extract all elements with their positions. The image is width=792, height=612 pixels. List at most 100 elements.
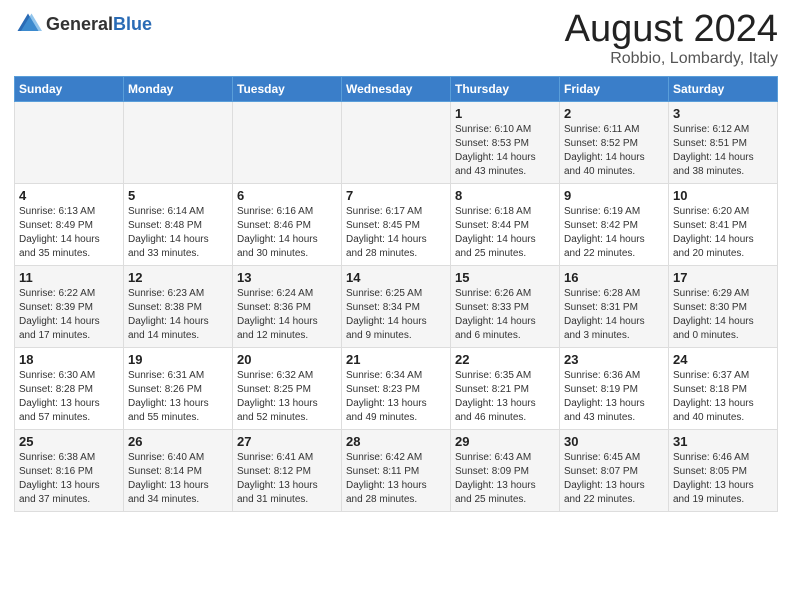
day-info: Sunrise: 6:31 AM Sunset: 8:26 PM Dayligh… bbox=[128, 369, 228, 425]
day-number: 17 bbox=[673, 270, 773, 285]
day-cell bbox=[124, 102, 233, 184]
day-cell: 29 Sunrise: 6:43 AM Sunset: 8:09 PM Dayli… bbox=[451, 430, 560, 512]
day-info: Sunrise: 6:19 AM Sunset: 8:42 PM Dayligh… bbox=[564, 205, 664, 261]
day-info: Sunrise: 6:28 AM Sunset: 8:31 PM Dayligh… bbox=[564, 287, 664, 343]
day-cell: 30 Sunrise: 6:45 AM Sunset: 8:07 PM Dayli… bbox=[560, 430, 669, 512]
day-cell: 6 Sunrise: 6:16 AM Sunset: 8:46 PM Daylig… bbox=[233, 184, 342, 266]
day-info: Sunrise: 6:26 AM Sunset: 8:33 PM Dayligh… bbox=[455, 287, 555, 343]
day-cell: 14Sunrise: 6:25 AM Sunset: 8:34 PM Dayli… bbox=[342, 266, 451, 348]
day-number: 6 bbox=[237, 188, 337, 203]
col-sunday: Sunday bbox=[15, 77, 124, 102]
day-cell: 25 Sunrise: 6:38 AM Sunset: 8:16 PM Dayli… bbox=[15, 430, 124, 512]
day-number: 28 bbox=[346, 434, 446, 449]
day-info: Sunrise: 6:30 AM Sunset: 8:28 PM Dayligh… bbox=[19, 369, 119, 425]
day-info: Sunrise: 6:40 AM Sunset: 8:14 PM Dayligh… bbox=[128, 451, 228, 507]
day-cell: 9 Sunrise: 6:19 AM Sunset: 8:42 PM Daylig… bbox=[560, 184, 669, 266]
day-cell: 27Sunrise: 6:41 AM Sunset: 8:12 PM Dayli… bbox=[233, 430, 342, 512]
col-tuesday: Tuesday bbox=[233, 77, 342, 102]
day-cell: 10 Sunrise: 6:20 AM Sunset: 8:41 PM Dayli… bbox=[669, 184, 778, 266]
day-cell bbox=[233, 102, 342, 184]
day-number: 31 bbox=[673, 434, 773, 449]
subtitle: Robbio, Lombardy, Italy bbox=[565, 50, 778, 68]
day-cell: 11 Sunrise: 6:22 AM Sunset: 8:39 PM Dayli… bbox=[15, 266, 124, 348]
day-info: Sunrise: 6:45 AM Sunset: 8:07 PM Dayligh… bbox=[564, 451, 664, 507]
day-info: Sunrise: 6:22 AM Sunset: 8:39 PM Dayligh… bbox=[19, 287, 119, 343]
day-cell: 24 Sunrise: 6:37 AM Sunset: 8:18 PM Dayli… bbox=[669, 348, 778, 430]
day-info: Sunrise: 6:13 AM Sunset: 8:49 PM Dayligh… bbox=[19, 205, 119, 261]
day-number: 26 bbox=[128, 434, 228, 449]
day-cell: 23Sunrise: 6:36 AM Sunset: 8:19 PM Dayli… bbox=[560, 348, 669, 430]
day-info: Sunrise: 6:42 AM Sunset: 8:11 PM Dayligh… bbox=[346, 451, 446, 507]
logo-general: General bbox=[46, 14, 113, 34]
logo-blue: Blue bbox=[113, 14, 152, 34]
day-number: 13 bbox=[237, 270, 337, 285]
day-info: Sunrise: 6:16 AM Sunset: 8:46 PM Dayligh… bbox=[237, 205, 337, 261]
day-cell: 21 Sunrise: 6:34 AM Sunset: 8:23 PM Dayli… bbox=[342, 348, 451, 430]
day-cell: 8Sunrise: 6:18 AM Sunset: 8:44 PM Daylig… bbox=[451, 184, 560, 266]
day-number: 5 bbox=[128, 188, 228, 203]
day-info: Sunrise: 6:12 AM Sunset: 8:51 PM Dayligh… bbox=[673, 123, 773, 179]
col-friday: Friday bbox=[560, 77, 669, 102]
day-cell: 2 Sunrise: 6:11 AM Sunset: 8:52 PM Daylig… bbox=[560, 102, 669, 184]
week-row-1: 1 Sunrise: 6:10 AM Sunset: 8:53 PM Daylig… bbox=[15, 102, 778, 184]
day-info: Sunrise: 6:14 AM Sunset: 8:48 PM Dayligh… bbox=[128, 205, 228, 261]
day-number: 22 bbox=[455, 352, 555, 367]
day-cell: 31 Sunrise: 6:46 AM Sunset: 8:05 PM Dayli… bbox=[669, 430, 778, 512]
day-number: 1 bbox=[455, 106, 555, 121]
day-number: 29 bbox=[455, 434, 555, 449]
day-cell: 4 Sunrise: 6:13 AM Sunset: 8:49 PM Daylig… bbox=[15, 184, 124, 266]
logo-text: GeneralBlue bbox=[46, 14, 152, 35]
logo-icon bbox=[14, 10, 42, 38]
day-info: Sunrise: 6:23 AM Sunset: 8:38 PM Dayligh… bbox=[128, 287, 228, 343]
calendar-body: 1 Sunrise: 6:10 AM Sunset: 8:53 PM Daylig… bbox=[15, 102, 778, 512]
day-number: 11 bbox=[19, 270, 119, 285]
day-cell: 20Sunrise: 6:32 AM Sunset: 8:25 PM Dayli… bbox=[233, 348, 342, 430]
day-cell bbox=[15, 102, 124, 184]
day-info: Sunrise: 6:43 AM Sunset: 8:09 PM Dayligh… bbox=[455, 451, 555, 507]
day-number: 3 bbox=[673, 106, 773, 121]
day-info: Sunrise: 6:29 AM Sunset: 8:30 PM Dayligh… bbox=[673, 287, 773, 343]
day-cell: 16 Sunrise: 6:28 AM Sunset: 8:31 PM Dayli… bbox=[560, 266, 669, 348]
day-number: 18 bbox=[19, 352, 119, 367]
col-thursday: Thursday bbox=[451, 77, 560, 102]
day-number: 2 bbox=[564, 106, 664, 121]
col-monday: Monday bbox=[124, 77, 233, 102]
day-cell: 7Sunrise: 6:17 AM Sunset: 8:45 PM Daylig… bbox=[342, 184, 451, 266]
day-info: Sunrise: 6:38 AM Sunset: 8:16 PM Dayligh… bbox=[19, 451, 119, 507]
day-info: Sunrise: 6:35 AM Sunset: 8:21 PM Dayligh… bbox=[455, 369, 555, 425]
day-info: Sunrise: 6:10 AM Sunset: 8:53 PM Dayligh… bbox=[455, 123, 555, 179]
day-number: 21 bbox=[346, 352, 446, 367]
day-number: 25 bbox=[19, 434, 119, 449]
header: GeneralBlue August 2024 Robbio, Lombardy… bbox=[14, 10, 778, 68]
day-info: Sunrise: 6:36 AM Sunset: 8:19 PM Dayligh… bbox=[564, 369, 664, 425]
day-info: Sunrise: 6:41 AM Sunset: 8:12 PM Dayligh… bbox=[237, 451, 337, 507]
col-wednesday: Wednesday bbox=[342, 77, 451, 102]
day-number: 16 bbox=[564, 270, 664, 285]
day-info: Sunrise: 6:46 AM Sunset: 8:05 PM Dayligh… bbox=[673, 451, 773, 507]
week-row-2: 4 Sunrise: 6:13 AM Sunset: 8:49 PM Daylig… bbox=[15, 184, 778, 266]
day-number: 14 bbox=[346, 270, 446, 285]
main-container: GeneralBlue August 2024 Robbio, Lombardy… bbox=[0, 0, 792, 522]
day-number: 24 bbox=[673, 352, 773, 367]
day-info: Sunrise: 6:11 AM Sunset: 8:52 PM Dayligh… bbox=[564, 123, 664, 179]
logo: GeneralBlue bbox=[14, 10, 152, 38]
day-number: 20 bbox=[237, 352, 337, 367]
day-number: 12 bbox=[128, 270, 228, 285]
day-info: Sunrise: 6:37 AM Sunset: 8:18 PM Dayligh… bbox=[673, 369, 773, 425]
week-row-3: 11 Sunrise: 6:22 AM Sunset: 8:39 PM Dayli… bbox=[15, 266, 778, 348]
day-cell: 18 Sunrise: 6:30 AM Sunset: 8:28 PM Dayli… bbox=[15, 348, 124, 430]
day-cell: 28 Sunrise: 6:42 AM Sunset: 8:11 PM Dayli… bbox=[342, 430, 451, 512]
day-info: Sunrise: 6:18 AM Sunset: 8:44 PM Dayligh… bbox=[455, 205, 555, 261]
main-title: August 2024 bbox=[565, 10, 778, 48]
day-number: 4 bbox=[19, 188, 119, 203]
day-number: 9 bbox=[564, 188, 664, 203]
header-row: Sunday Monday Tuesday Wednesday Thursday… bbox=[15, 77, 778, 102]
day-number: 15 bbox=[455, 270, 555, 285]
day-number: 30 bbox=[564, 434, 664, 449]
day-info: Sunrise: 6:20 AM Sunset: 8:41 PM Dayligh… bbox=[673, 205, 773, 261]
day-info: Sunrise: 6:34 AM Sunset: 8:23 PM Dayligh… bbox=[346, 369, 446, 425]
day-number: 10 bbox=[673, 188, 773, 203]
day-cell: 15 Sunrise: 6:26 AM Sunset: 8:33 PM Dayli… bbox=[451, 266, 560, 348]
day-cell: 3 Sunrise: 6:12 AM Sunset: 8:51 PM Daylig… bbox=[669, 102, 778, 184]
week-row-5: 25 Sunrise: 6:38 AM Sunset: 8:16 PM Dayli… bbox=[15, 430, 778, 512]
